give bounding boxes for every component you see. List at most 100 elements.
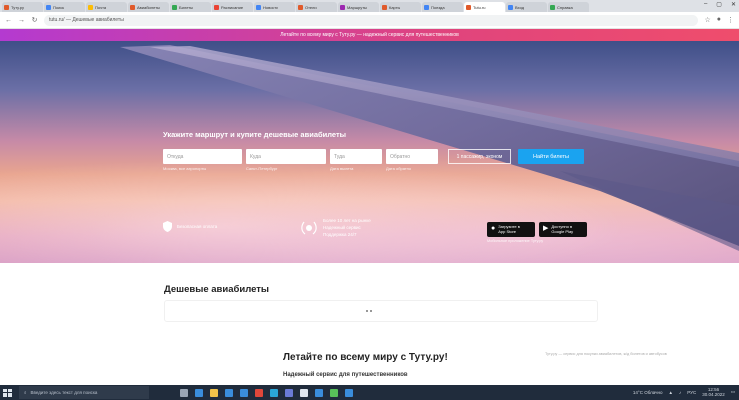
browser-tab[interactable]: Новости — [254, 2, 295, 12]
tab-title: Отели — [305, 4, 317, 10]
passengers-select[interactable]: 1 пассажир, эконом — [448, 149, 511, 164]
app-7-icon[interactable] — [270, 388, 278, 397]
date-there-hint: Дата вылета — [330, 166, 354, 171]
promo-banner[interactable]: Летайте по всему миру с Туту.ру — надежн… — [0, 29, 739, 41]
tab-favicon-icon — [466, 4, 471, 10]
rating-line-1: Более 10 лет на рынке — [323, 218, 371, 223]
to-input[interactable]: Куда — [246, 149, 326, 164]
weather-text[interactable]: 14°C Облачно — [633, 390, 663, 395]
back-icon[interactable]: ← — [5, 17, 12, 24]
explorer-icon[interactable] — [210, 388, 218, 397]
tab-title: Tutu.ru — [473, 4, 486, 10]
tab-favicon-icon — [256, 4, 261, 10]
fly-world-subtitle: Надежный сервис для путешественников — [283, 372, 408, 378]
to-hint[interactable]: Санкт-Петербург — [246, 166, 326, 171]
browser-tab[interactable]: Туту.ру — [2, 2, 43, 12]
tab-favicon-icon — [172, 4, 177, 10]
language-indicator[interactable]: РУС — [687, 390, 696, 395]
mail-icon[interactable] — [240, 388, 248, 397]
safe-payment-text: Безопасная оплата — [177, 224, 218, 229]
task-view-icon[interactable] — [180, 388, 188, 397]
tab-favicon-icon — [88, 4, 93, 10]
tab-title: Карты — [389, 4, 401, 10]
minimize-icon[interactable]: – — [704, 1, 707, 8]
cheap-tickets-heading: Дешевые авиабилеты — [164, 284, 270, 295]
close-icon[interactable]: ✕ — [731, 1, 736, 8]
fly-world-heading: Летайте по всему миру с Туту.ру! — [283, 352, 448, 363]
tab-favicon-icon — [4, 4, 9, 10]
from-hint[interactable]: Москва, все аэропорты — [163, 166, 242, 171]
tab-title: Маршруты — [347, 4, 367, 10]
date-back-input[interactable]: Обратно — [386, 149, 438, 164]
tab-favicon-icon — [550, 4, 555, 10]
find-tickets-button[interactable]: Найти билеты — [518, 149, 584, 164]
app-12-icon[interactable] — [345, 388, 353, 397]
store-icon[interactable] — [225, 388, 233, 397]
googleplay-button[interactable]: ▶ Доступно в Google Play — [539, 222, 587, 237]
browser-tab[interactable]: Вход — [506, 2, 547, 12]
tab-title: Расписание — [221, 4, 244, 10]
app-9-icon[interactable] — [300, 388, 308, 397]
browser-tab[interactable]: Билеты — [170, 2, 211, 12]
browser-tab[interactable]: Поиск — [44, 2, 85, 12]
browser-tab[interactable]: Авиабилеты — [128, 2, 169, 12]
date-back-hint: Дата обратно — [386, 166, 412, 171]
promo-text: Летайте по всему миру с Туту.ру — надежн… — [280, 32, 459, 38]
browser-tab[interactable]: Почта — [86, 2, 127, 12]
app-10-icon[interactable] — [315, 388, 323, 397]
app-11-icon[interactable] — [330, 388, 338, 397]
browser-tab[interactable]: Отели — [296, 2, 337, 12]
browser-tab[interactable]: Справка — [548, 2, 589, 12]
chrome-icon[interactable] — [255, 388, 263, 397]
browser-tab[interactable]: Маршруты — [338, 2, 379, 12]
notifications-icon[interactable]: ▭ — [731, 389, 735, 395]
date-there-input[interactable]: Туда — [330, 149, 382, 164]
appstore-button[interactable]: ● Загрузите в App Store — [487, 222, 535, 237]
browser-tabstrip: Туту.ру Поиск Почта Авиабилеты Билеты Расписа… — [0, 0, 739, 12]
tab-favicon-icon — [382, 4, 387, 10]
forward-icon[interactable]: → — [18, 17, 25, 24]
appstore-name: App Store — [498, 228, 517, 234]
from-input[interactable]: Откуда — [163, 149, 242, 164]
loading-indicator — [366, 310, 372, 312]
edge-icon[interactable] — [195, 388, 203, 397]
window-controls: – ▢ ✕ — [704, 1, 736, 8]
address-bar[interactable]: tutu.ru/ — Дешевые авиабилеты — [44, 14, 699, 26]
menu-icon[interactable]: ⋮ — [727, 16, 734, 24]
tab-title: Авиабилеты — [137, 4, 160, 10]
taskbar-apps — [180, 388, 353, 397]
shield-icon — [163, 221, 172, 232]
cheap-tickets-panel — [164, 300, 598, 322]
safe-payment-feature: Безопасная оплата — [163, 221, 217, 232]
stores-note: Мобильное приложение Туту.ру — [487, 239, 544, 243]
profile-icon[interactable]: ● — [717, 16, 721, 24]
reload-icon[interactable]: ↻ — [31, 16, 38, 24]
browser-tab[interactable]: Расписание — [212, 2, 253, 12]
search-icon: ⌕ — [24, 390, 27, 395]
search-hints: Москва, все аэропорты Санкт-Петербург Да… — [163, 166, 438, 171]
bookmark-star-icon[interactable]: ☆ — [704, 16, 710, 24]
browser-tab[interactable]: Поезда — [422, 2, 463, 12]
tab-title: Вход — [515, 4, 525, 10]
tab-title: Поезда — [431, 4, 445, 10]
tab-title: Туту.ру — [11, 4, 24, 10]
browser-tab[interactable]: Карты — [380, 2, 421, 12]
tab-title: Почта — [95, 4, 107, 10]
hero-title: Укажите маршрут и купите дешевые авиабил… — [163, 130, 347, 139]
play-icon: ▶ — [543, 225, 549, 233]
clock[interactable]: 12:56 30.04.2022 — [702, 387, 725, 397]
rating-feature: Более 10 лет на рынке Надежный сервис По… — [300, 218, 371, 237]
windows-start-icon[interactable] — [2, 388, 12, 398]
laurel-badge-icon — [301, 221, 317, 234]
rating-line-2: Надежный сервис — [323, 225, 361, 230]
browser-tab[interactable]: Tutu.ru — [464, 2, 505, 12]
app-8-icon[interactable] — [285, 388, 293, 397]
tab-title: Билеты — [179, 4, 193, 10]
system-tray: 14°C Облачно ▲ ♪ РУС 12:56 30.04.2022 ▭ — [633, 387, 735, 397]
network-icon[interactable]: ▲ — [668, 390, 672, 395]
taskbar-search-input[interactable]: ⌕ Введите здесь текст для поиска — [19, 386, 149, 399]
volume-icon[interactable]: ♪ — [679, 390, 681, 395]
maximize-icon[interactable]: ▢ — [716, 1, 722, 8]
tab-favicon-icon — [298, 4, 303, 10]
hero-banner: Укажите маршрут и купите дешевые авиабил… — [0, 41, 739, 263]
